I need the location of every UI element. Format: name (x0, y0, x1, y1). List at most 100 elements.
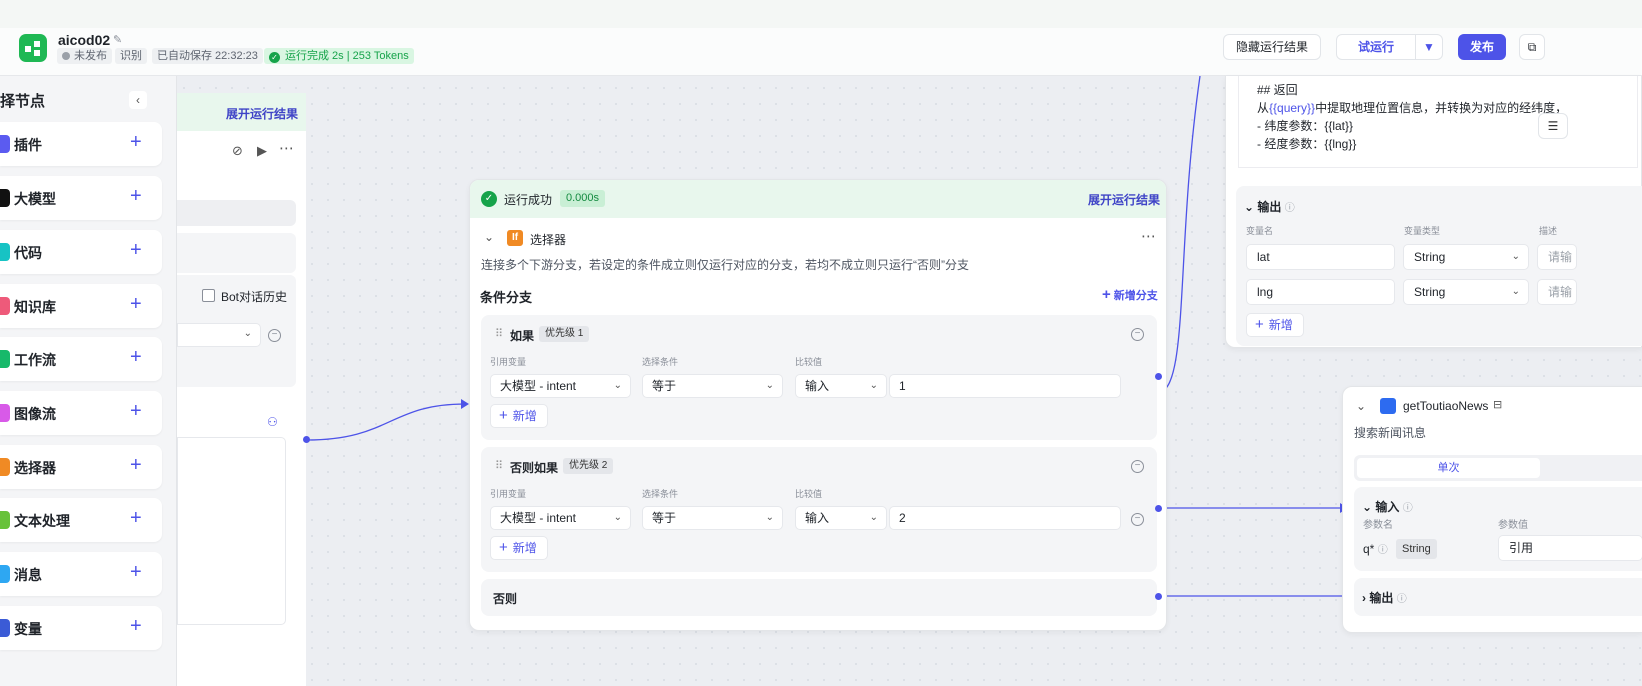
add-output-button[interactable]: + 新增 (1246, 313, 1304, 337)
priority-badge: 优先级 2 (563, 458, 614, 474)
var-name-input[interactable]: lat (1246, 244, 1395, 270)
publish-button[interactable]: 发布 (1458, 34, 1506, 60)
node-item-text[interactable]: 文本处理 + (0, 498, 162, 542)
expand-results-link[interactable]: 展开运行结果 (1088, 191, 1160, 208)
info-icon: ⓘ (1377, 545, 1388, 556)
chevron-down-icon[interactable]: ⌄ (484, 230, 494, 244)
compare-mode-select[interactable]: 输入 ⌄ (795, 374, 887, 398)
var-desc-input[interactable]: 请输 (1537, 279, 1577, 305)
node-item-workflow[interactable]: 工作流 + (0, 337, 162, 381)
branch-else-port[interactable] (1155, 593, 1162, 600)
knowledge-icon (0, 297, 10, 315)
output-title[interactable]: › 输出 ⓘ (1362, 589, 1407, 606)
node-item-variable[interactable]: 变量 + (0, 606, 162, 650)
user-settings-icon[interactable]: ⚇ (267, 415, 278, 429)
branch-if-port[interactable] (1155, 373, 1162, 380)
branch-if: ⠿ 如果 优先级 1 − 引用变量 选择条件 比较值 大模型 - intent ⌄… (481, 315, 1157, 440)
compare-value-input[interactable]: 1 (889, 374, 1121, 398)
wire-to-selector (306, 403, 466, 441)
compare-value-input[interactable]: 2 (889, 506, 1121, 530)
history-select[interactable]: ⌄ (177, 323, 261, 347)
remove-condition-icon[interactable]: − (1131, 513, 1144, 526)
get-toutiao-news-node[interactable]: ⌄ getToutiaoNews ⊟ 搜索新闻讯息 单次 ⌄ 输入 ⓘ 参数名 … (1342, 386, 1642, 633)
add-icon[interactable]: + (130, 454, 142, 476)
var-name-input[interactable]: lng (1246, 279, 1395, 305)
output-title: ⌄ 输出 ⓘ (1244, 200, 1295, 214)
ref-variable-select[interactable]: 大模型 - intent ⌄ (490, 506, 631, 530)
node-item-plugin[interactable]: 插件 + (0, 122, 162, 166)
add-icon[interactable]: + (130, 615, 142, 637)
condition-select[interactable]: 等于 ⌄ (642, 374, 783, 398)
more-icon[interactable]: ⋯ (1141, 227, 1156, 245)
bot-history-checkbox[interactable] (202, 289, 215, 302)
add-icon[interactable]: + (130, 346, 142, 368)
imageflow-icon (0, 404, 10, 422)
format-icon[interactable]: ☰ (1538, 113, 1568, 139)
node-item-llm[interactable]: 大模型 + (0, 176, 162, 220)
add-icon[interactable]: + (130, 400, 142, 422)
doc-icon[interactable]: ⊟ (1493, 398, 1502, 411)
node-item-imageflow[interactable]: 图像流 + (0, 391, 162, 435)
chevron-down-icon: ⌄ (869, 512, 878, 523)
selector-icon (0, 458, 10, 476)
add-icon[interactable]: + (130, 293, 142, 315)
debug-off-icon[interactable]: ⊘ (232, 143, 243, 159)
node-item-knowledge[interactable]: 知识库 + (0, 284, 162, 328)
collapse-icon[interactable]: ‹ (129, 91, 147, 109)
add-icon[interactable]: + (130, 507, 142, 529)
add-branch-button[interactable]: + 新增分支 (1102, 286, 1158, 303)
node-item-selector[interactable]: 选择器 + (0, 445, 162, 489)
drag-handle-icon[interactable]: ⠿ (495, 327, 503, 340)
bot-history-label: Bot对话历史 (221, 290, 288, 304)
condition-select[interactable]: 等于 ⌄ (642, 506, 783, 530)
branch-else-if-port[interactable] (1155, 505, 1162, 512)
news-plugin-icon (1380, 398, 1396, 414)
node-item-code[interactable]: 代码 + (0, 230, 162, 274)
play-icon[interactable]: ▶ (257, 143, 267, 159)
branch-else: 否则 (481, 579, 1157, 616)
prompt-editor[interactable]: ## 返回 从{{query}}中提取地理位置信息，并转换为对应的经纬度， - … (1238, 76, 1638, 168)
previous-node-card[interactable]: 展开运行结果 ⊘ ▶ ⋯ Bot对话历史 ⌄ − ⚇ (177, 93, 310, 686)
text-process-icon (0, 511, 10, 529)
output-port[interactable] (303, 436, 310, 443)
var-type-select[interactable]: String ⌄ (1403, 279, 1529, 305)
var-type-select[interactable]: String ⌄ (1403, 244, 1529, 270)
node-title: getToutiaoNews (1403, 399, 1489, 413)
expand-results-link[interactable]: 展开运行结果 (226, 105, 298, 122)
add-icon[interactable]: + (130, 239, 142, 261)
remove-branch-icon[interactable]: − (1131, 328, 1144, 341)
branch-else-if: ⠿ 否则如果 优先级 2 − 引用变量 选择条件 比较值 大模型 - inten… (481, 447, 1157, 572)
app-logo[interactable] (19, 34, 47, 62)
param-type-badge: String (1396, 539, 1437, 559)
remove-branch-icon[interactable]: − (1131, 460, 1144, 473)
compare-mode-select[interactable]: 输入 ⌄ (795, 506, 887, 530)
run-success-label: 运行成功 (504, 193, 553, 207)
add-icon[interactable]: + (130, 185, 142, 207)
copy-icon[interactable]: ⧉ (1519, 34, 1545, 60)
chevron-down-icon: ⌄ (243, 328, 252, 339)
add-condition-button[interactable]: + 新增 (490, 536, 548, 560)
test-run-dropdown[interactable]: ▼ (1415, 34, 1443, 60)
selector-node[interactable]: ✓ 运行成功 0.000s 展开运行结果 ⌄ If 选择器 ⋯ 连接多个下游分支… (469, 179, 1167, 631)
edit-icon[interactable]: ✎ (113, 33, 122, 46)
remove-icon[interactable]: − (268, 329, 281, 342)
wire-arrow-head (461, 399, 469, 409)
branch-title: 否则 (493, 592, 518, 606)
prompt-textarea[interactable] (177, 437, 286, 625)
var-desc-input[interactable]: 请输 (1537, 244, 1577, 270)
more-icon[interactable]: ⋯ (279, 139, 294, 157)
add-icon[interactable]: + (130, 561, 142, 583)
section-title: 条件分支 (480, 290, 533, 305)
node-item-message[interactable]: 消息 + (0, 552, 162, 596)
drag-handle-icon[interactable]: ⠿ (495, 459, 503, 472)
ref-variable-select[interactable]: 大模型 - intent ⌄ (490, 374, 631, 398)
add-icon[interactable]: + (130, 131, 142, 153)
tab-single[interactable]: 单次 (1357, 458, 1540, 478)
variable-icon (0, 619, 10, 637)
param-value-select[interactable]: 引用 (1498, 535, 1642, 561)
hide-results-button[interactable]: 隐藏运行结果 (1223, 34, 1321, 60)
test-run-button[interactable]: 试运行 (1336, 34, 1416, 60)
geo-extract-node[interactable]: ## 返回 从{{query}}中提取地理位置信息，并转换为对应的经纬度， - … (1225, 76, 1642, 348)
chevron-down-icon[interactable]: ⌄ (1356, 399, 1366, 413)
add-condition-button[interactable]: + 新增 (490, 404, 548, 428)
